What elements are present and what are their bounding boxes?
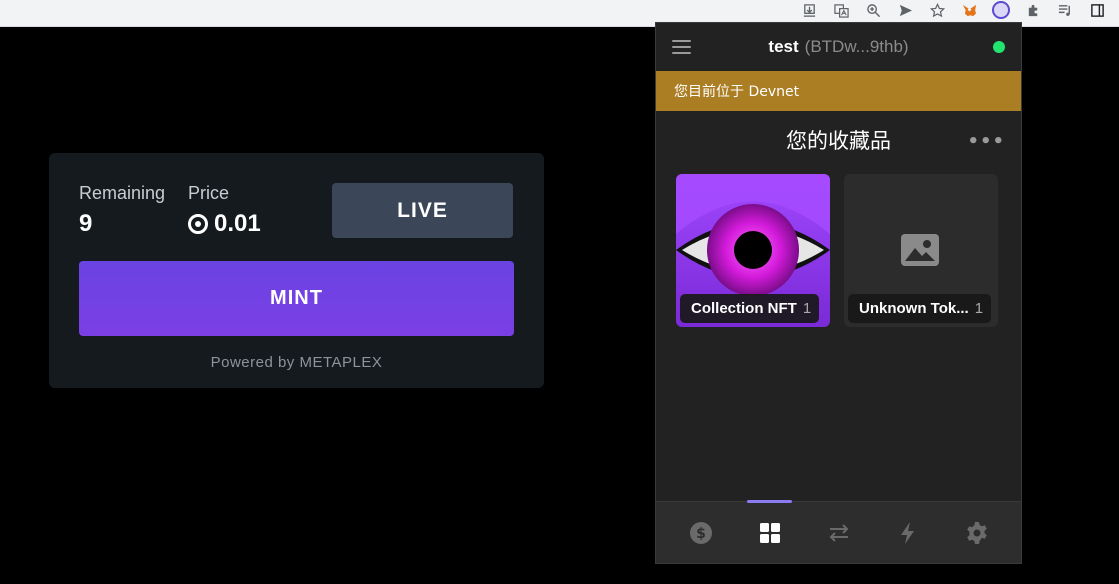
wallet-header: test (BTDw...9thb) [656, 23, 1021, 71]
live-button[interactable]: LIVE [332, 183, 513, 238]
svg-text:$: $ [696, 526, 706, 542]
send-icon[interactable] [889, 0, 921, 20]
bolt-icon[interactable] [895, 520, 921, 546]
sol-icon [188, 214, 208, 234]
powered-by-text: Powered by METAPLEX [210, 354, 383, 371]
collection-count: 1 [802, 300, 812, 317]
extensions-icon[interactable] [1017, 0, 1049, 20]
metamask-icon[interactable] [953, 0, 985, 20]
network-banner: 您目前位于 Devnet [656, 71, 1021, 111]
account-name: test [768, 37, 799, 56]
gear-icon[interactable] [964, 520, 990, 546]
swap-icon[interactable] [826, 520, 852, 546]
account-title[interactable]: test (BTDw...9thb) [656, 37, 1021, 57]
collection-name: Collection NFT [691, 300, 797, 317]
price-value: 0.01 [188, 210, 261, 238]
zoom-icon[interactable] [857, 0, 889, 20]
collectibles-title: 您的收藏品 [786, 129, 891, 153]
collection-name: Unknown Tok... [859, 300, 969, 317]
toolbar-icons [793, 0, 1113, 20]
wallet-popup: test (BTDw...9thb) 您目前位于 Devnet 您的收藏品 •••… [655, 22, 1022, 564]
price-stat: Price 0.01 [188, 183, 261, 238]
remaining-label: Remaining [79, 183, 166, 203]
mint-card: Remaining 9 Price 0.01 LIVE MINT Powered… [49, 153, 544, 388]
star-icon[interactable] [921, 0, 953, 20]
collection-count: 1 [974, 300, 984, 317]
image-placeholder-icon [901, 234, 939, 266]
collection-tile[interactable]: Unknown Tok... 1 [844, 174, 998, 327]
dollar-icon[interactable]: $ [688, 520, 714, 546]
download-icon[interactable] [793, 0, 825, 20]
active-tab-indicator [747, 500, 792, 503]
account-address: (BTDw...9thb) [804, 37, 909, 56]
price-amount: 0.01 [214, 210, 261, 237]
phantom-icon[interactable] [985, 0, 1017, 20]
remaining-count: 9 [79, 210, 93, 237]
network-status-dot [993, 41, 1005, 53]
grid-icon[interactable] [757, 520, 783, 546]
price-label: Price [188, 183, 230, 203]
collection-label: Unknown Tok... 1 [848, 294, 992, 323]
more-options-icon[interactable]: ••• [967, 131, 1005, 152]
mint-button[interactable]: MINT [79, 261, 514, 336]
sidebar-icon[interactable] [1081, 0, 1113, 20]
remaining-stat: Remaining 9 [79, 183, 165, 238]
wallet-footer-nav: $ [656, 500, 1021, 563]
remaining-value: 9 [79, 210, 165, 238]
collection-label: Collection NFT 1 [680, 294, 820, 323]
collection-tile[interactable]: Collection NFT 1 [676, 174, 830, 327]
translate-icon[interactable] [825, 0, 857, 20]
media-icon[interactable] [1049, 0, 1081, 20]
